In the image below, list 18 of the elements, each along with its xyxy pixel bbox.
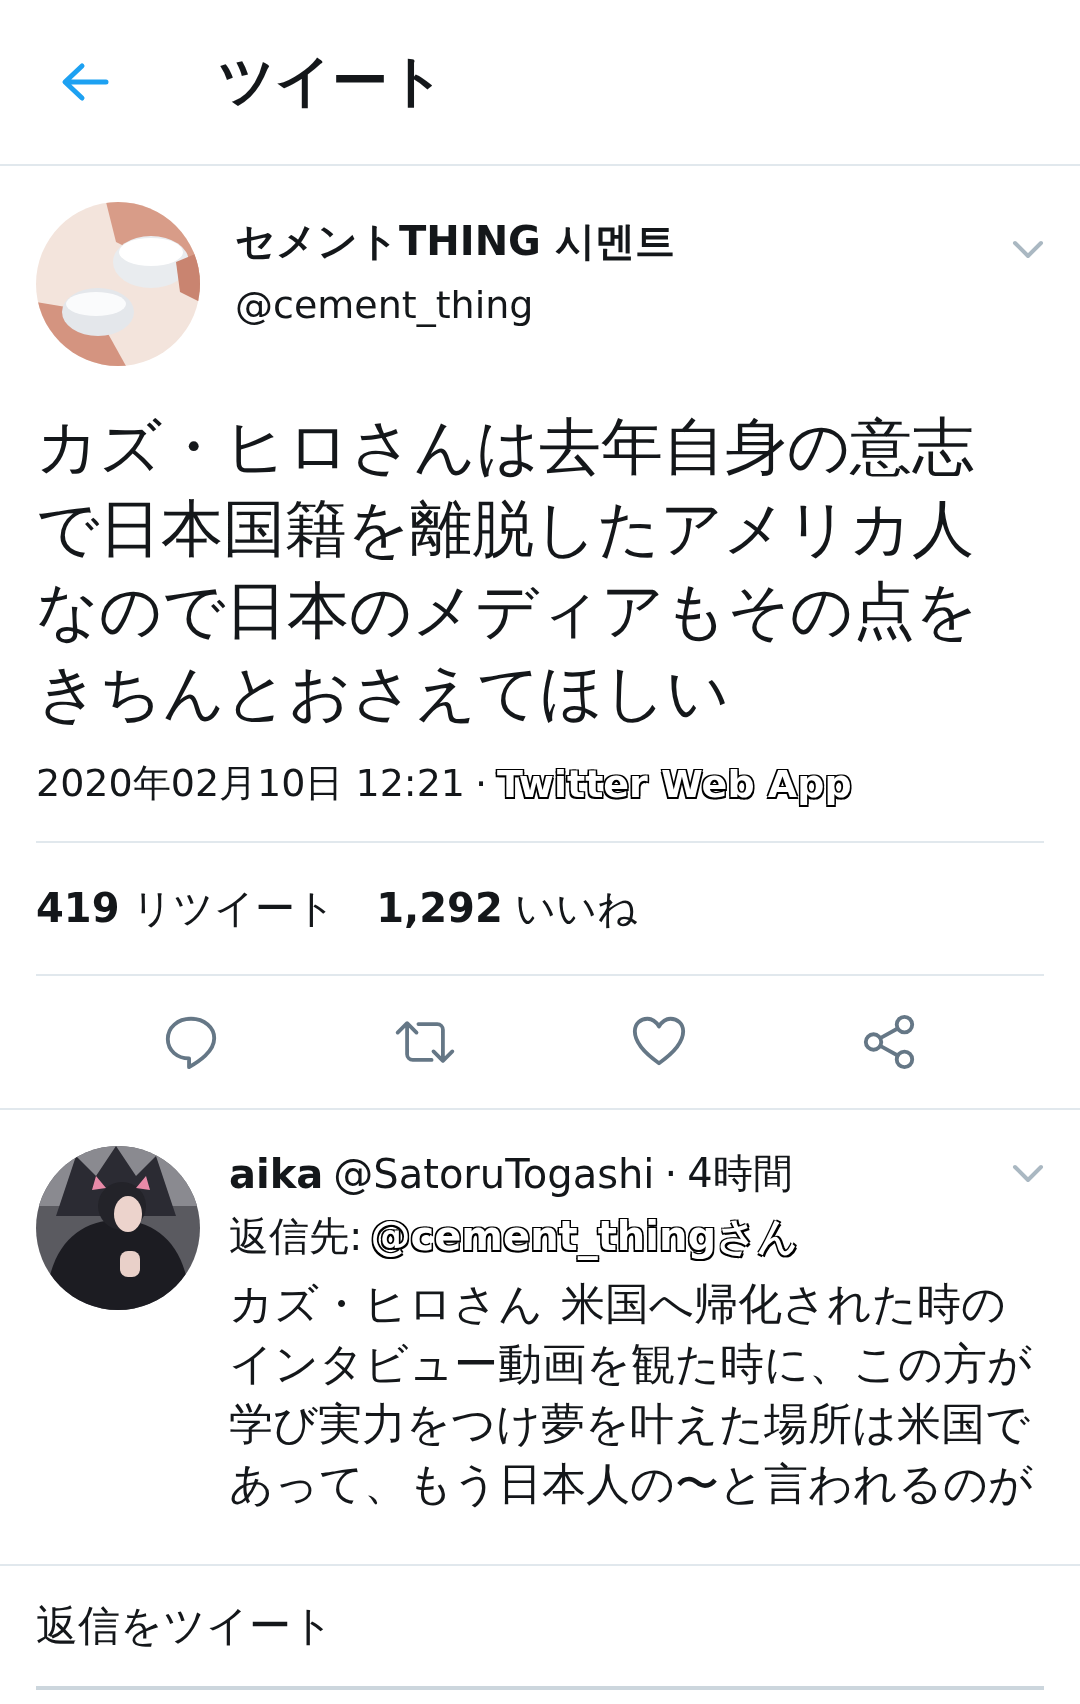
page-title: ツイート xyxy=(218,47,445,115)
reply-input-field[interactable]: 返信をツイート xyxy=(36,1566,1044,1690)
reply-time: 4時間 xyxy=(687,1149,793,1198)
reply-author-name: aika xyxy=(229,1150,324,1197)
user-handle: @cement_thing xyxy=(235,283,535,327)
separator-dot: · xyxy=(475,761,488,806)
reply-handle: @SatoruTogashi xyxy=(333,1150,655,1197)
reply-to-label: 返信先: xyxy=(229,1212,363,1261)
stat-count[interactable]: 419 リツイート xyxy=(36,881,337,936)
tweet-text: カズ・ヒロさんは去年自身の意志で日本国籍を離脱したアメリカ人なので日本のメディアもその点をきちんとおさえてほしい xyxy=(36,411,979,729)
reply-to-link[interactable]: @cement_thingさん xyxy=(370,1209,799,1264)
timestamp: 2020年02月10日 12:21 xyxy=(36,760,465,807)
back-icon[interactable] xyxy=(60,62,110,102)
display-name: セメントTHING 시멘트 xyxy=(235,217,675,266)
reply-text: カズ・ヒロさん 米国へ帰化された時のインタビュー動画を観た時に、この方が学び実力をつけ夢を叶えた場所は米国であって、もう日本人の〜と言われるのが xyxy=(229,1278,1034,1510)
separator-dot: · xyxy=(664,1150,678,1197)
stat-count[interactable]: 1,292 いいね xyxy=(376,881,639,936)
source-link[interactable]: Twitter Web App xyxy=(497,761,852,806)
